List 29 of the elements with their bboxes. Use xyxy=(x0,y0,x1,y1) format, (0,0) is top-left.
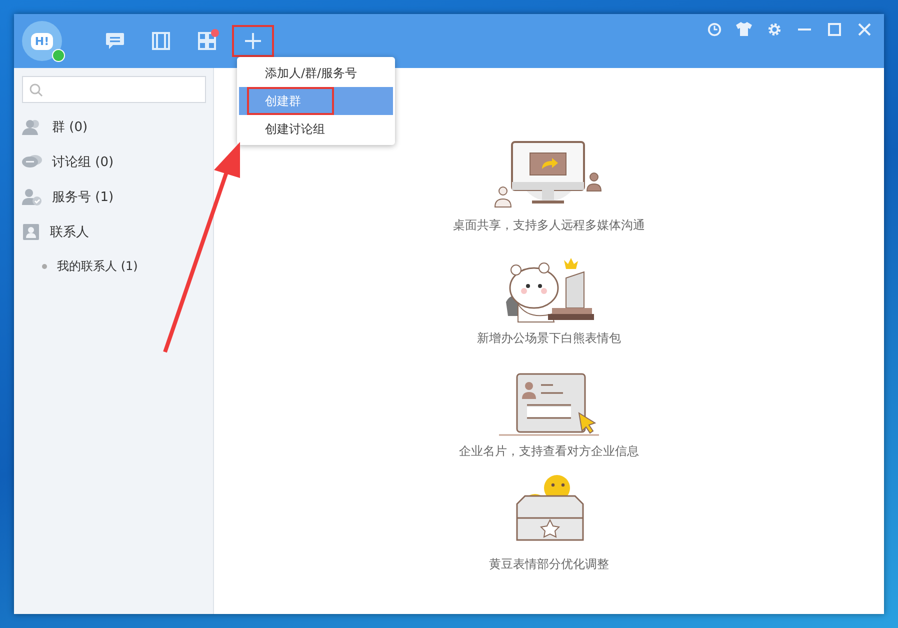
close-icon xyxy=(858,22,870,36)
sidebar-item[interactable]: 联系人 xyxy=(50,222,89,240)
feature-caption: 桌面共享，支持多人远程多媒体沟通 xyxy=(453,217,645,234)
contact-card-icon xyxy=(22,222,40,240)
plus-icon xyxy=(244,32,262,50)
feature-caption: 黄豆表情部分优化调整 xyxy=(489,556,609,573)
sidebar-item[interactable]: 群 (0) xyxy=(52,118,88,136)
shirt-icon xyxy=(736,22,752,36)
sidebar-subitem[interactable]: 我的联系人 (1) xyxy=(57,258,138,275)
feature-caption: 新增办公场景下白熊表情包 xyxy=(477,330,621,347)
history-icon xyxy=(706,22,722,36)
chat-icon xyxy=(105,32,125,50)
people-icon xyxy=(22,118,42,134)
person-check-icon xyxy=(22,188,42,206)
maximize-icon xyxy=(828,22,840,36)
bullet-icon xyxy=(42,264,47,269)
feature-caption: 企业名片，支持查看对方企业信息 xyxy=(459,443,639,460)
grid-icon xyxy=(198,32,216,50)
search-icon xyxy=(29,82,43,96)
avatar-logo: H! xyxy=(30,32,54,50)
book-icon xyxy=(152,32,170,50)
window-control-button[interactable] xyxy=(734,20,754,38)
sidebar-item[interactable]: 讨论组 (0) xyxy=(52,152,114,170)
highlighted-toolbar-button[interactable] xyxy=(232,25,274,57)
sidebar-item[interactable]: 服务号 (1) xyxy=(52,188,114,206)
search-field[interactable] xyxy=(22,76,206,103)
settings-icon xyxy=(766,22,782,36)
minimize-icon xyxy=(798,28,810,30)
speech-bubbles-icon xyxy=(22,154,42,170)
